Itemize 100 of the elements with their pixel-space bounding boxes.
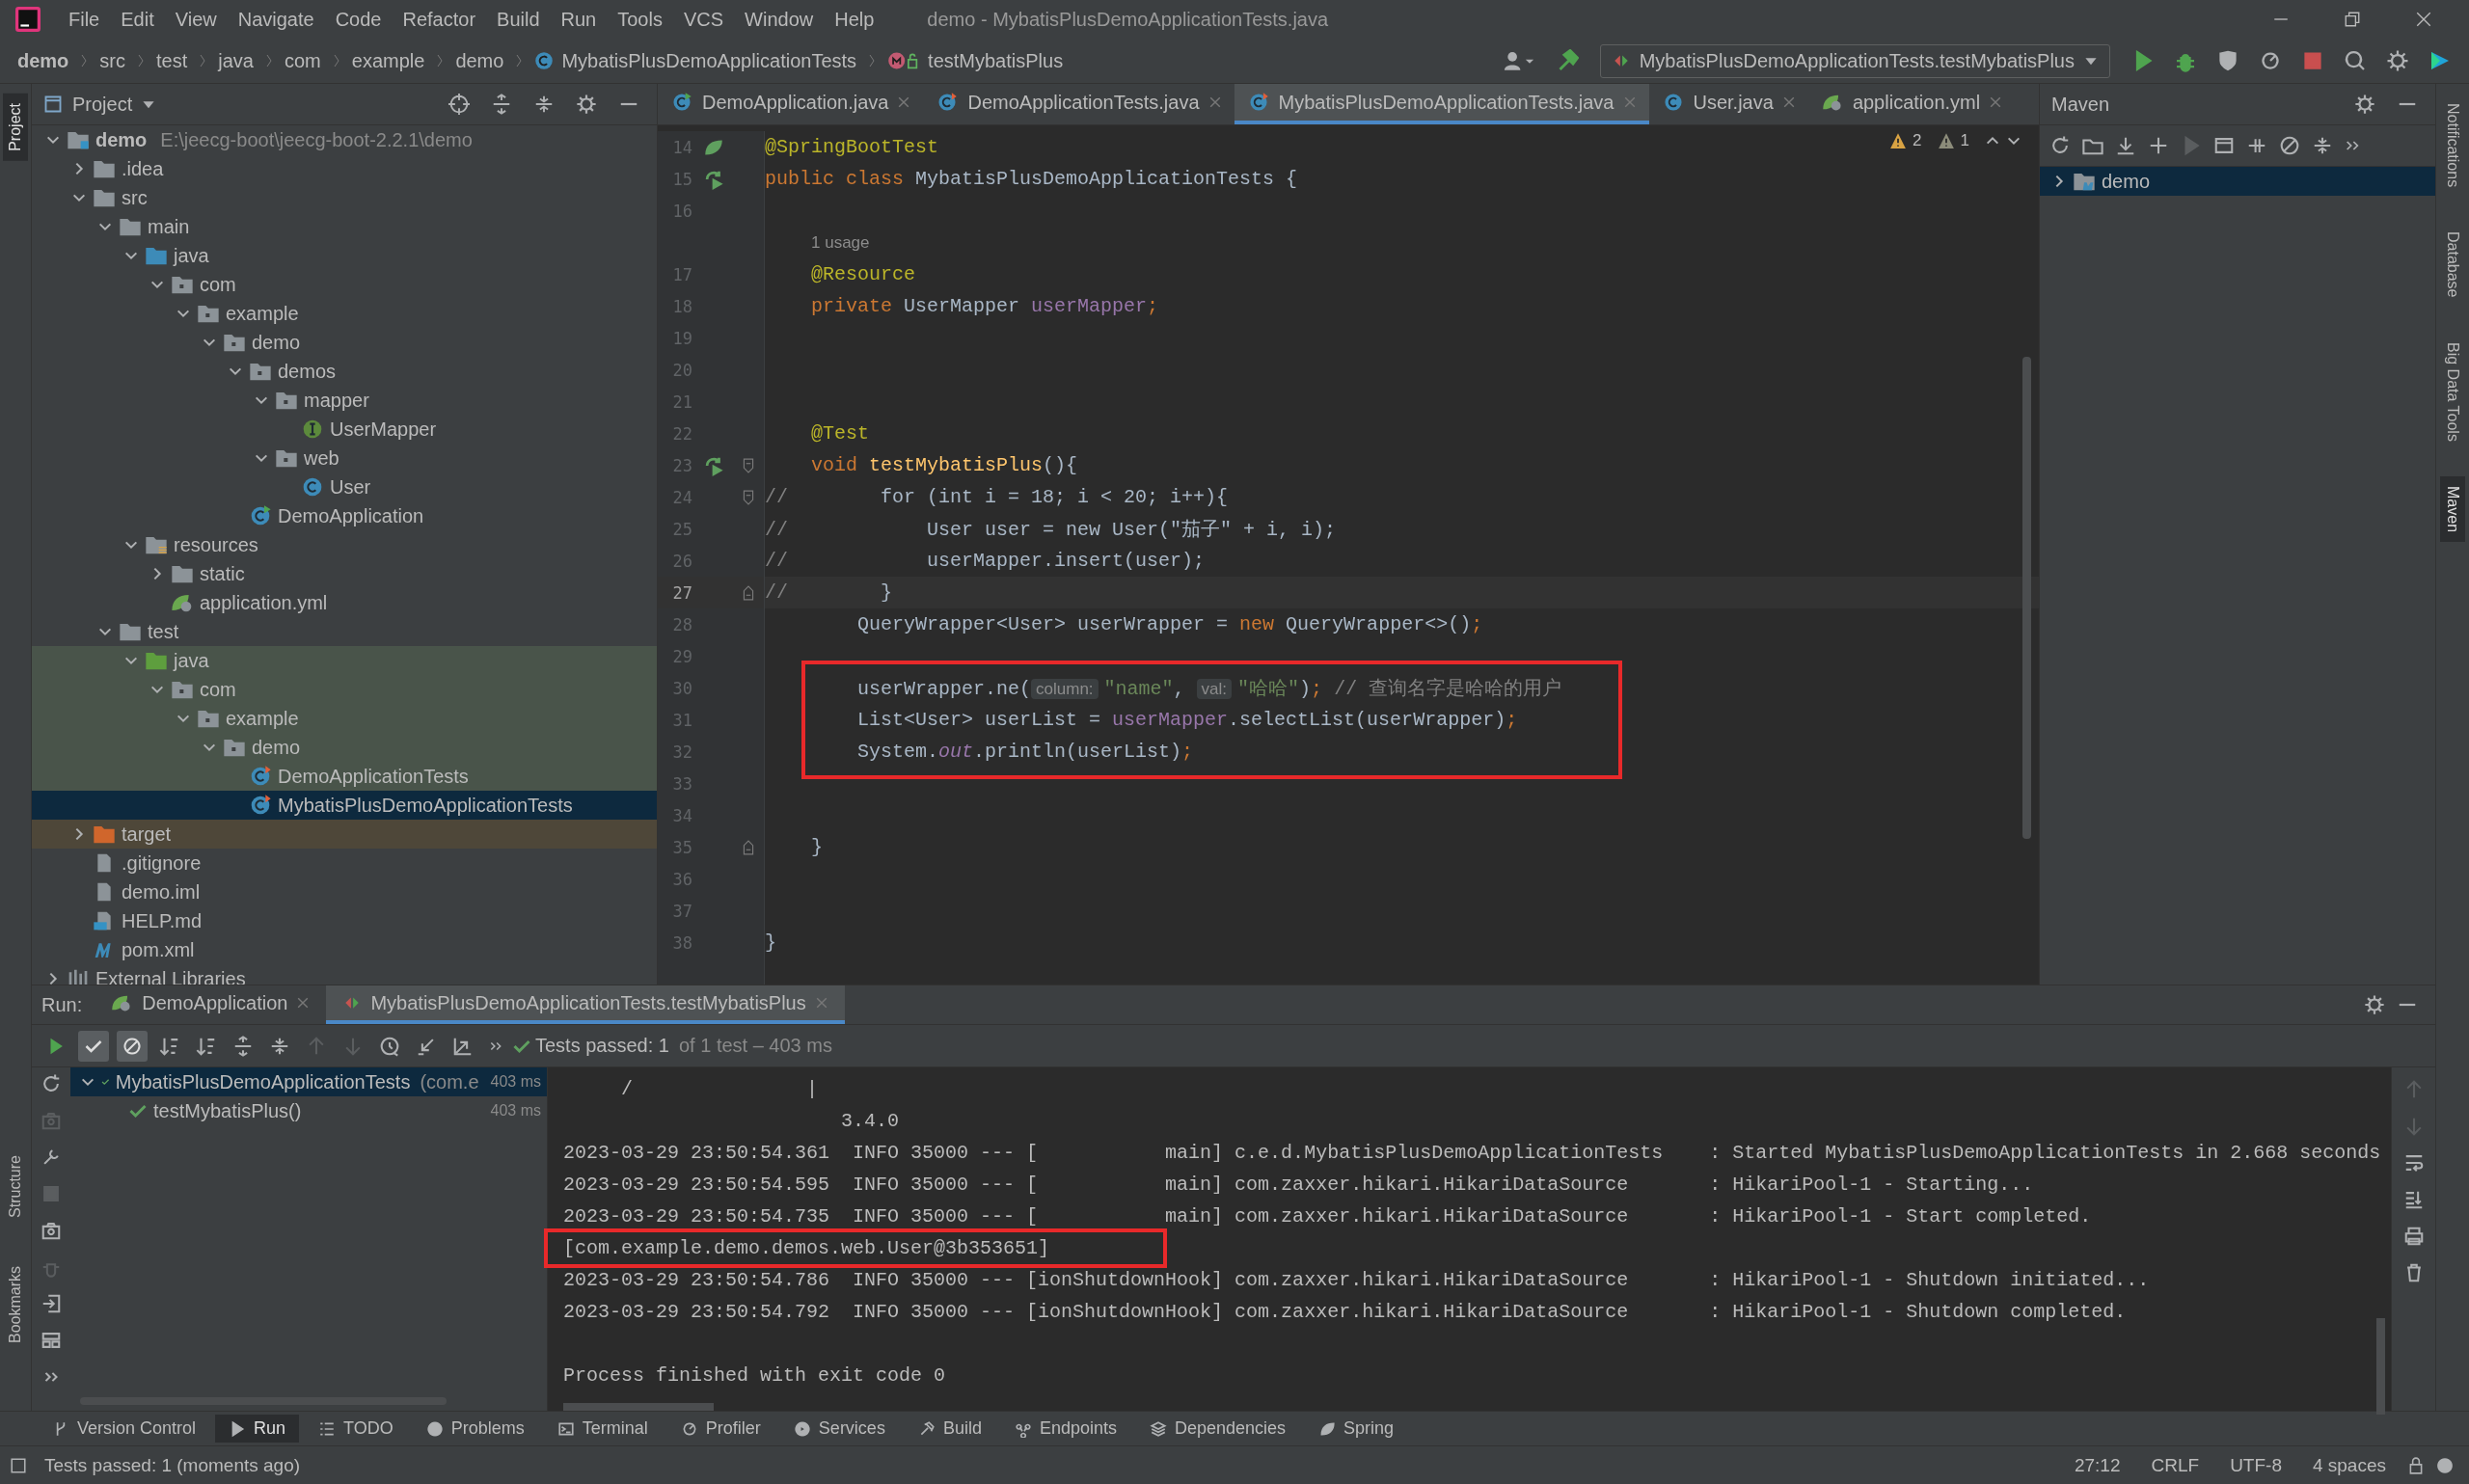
refresh-icon[interactable]	[2049, 135, 2071, 156]
panel-title[interactable]: Project	[72, 93, 133, 116]
settings-icon[interactable]	[576, 94, 597, 115]
breadcrumb-item[interactable]: src	[99, 49, 125, 72]
settings-icon[interactable]	[2364, 994, 2385, 1015]
expand-icon[interactable]	[491, 94, 512, 115]
tree-item[interactable]: com	[32, 675, 657, 704]
warning-count[interactable]: 1	[1960, 131, 1969, 150]
breadcrumb-item[interactable]: test	[156, 49, 188, 72]
settings-icon[interactable]	[2354, 94, 2375, 115]
tree-item[interactable]: DemoApplication	[32, 501, 657, 530]
cancel-icon[interactable]	[2279, 135, 2300, 156]
layout-icon[interactable]	[10, 1456, 27, 1474]
print-icon[interactable]	[2402, 1226, 2425, 1247]
target-icon[interactable]	[448, 94, 470, 115]
tree-item[interactable]: demo	[32, 733, 657, 762]
tree-item[interactable]: example	[32, 299, 657, 328]
collapse-icon[interactable]	[533, 94, 555, 115]
tool-window-button[interactable]: Services	[779, 1415, 899, 1443]
editor-tab[interactable]: User.java	[1648, 84, 1808, 124]
tool-window-tab[interactable]: Maven	[2440, 475, 2465, 542]
tool-window-tab[interactable]: Database	[2440, 222, 2465, 308]
tree-item[interactable]: demo E:\jeecg-boot\jeecg-boot-2.2.1\demo	[32, 125, 657, 154]
layout-icon[interactable]	[41, 1330, 62, 1351]
tool-window-button[interactable]: Build	[904, 1415, 995, 1443]
tree-item[interactable]: MybatisPlusDemoApplicationTests	[32, 791, 657, 820]
tree-item[interactable]: UserMapper	[32, 415, 657, 444]
camera-icon[interactable]	[41, 1220, 62, 1241]
tool-window-button[interactable]: Profiler	[666, 1415, 774, 1443]
rerun-icon[interactable]	[41, 1073, 62, 1094]
fold-icon[interactable]	[742, 457, 755, 473]
collapse-icon[interactable]	[2312, 135, 2333, 156]
tree-item[interactable]: DemoApplicationTests	[32, 762, 657, 791]
menu-item[interactable]: Help	[824, 4, 885, 35]
menu-item[interactable]: Run	[550, 4, 608, 35]
menu-item[interactable]: Edit	[110, 4, 165, 35]
settings-icon[interactable]	[2386, 49, 2409, 72]
warning-icon[interactable]	[1889, 132, 1908, 149]
shield-icon[interactable]	[2216, 49, 2239, 72]
tree-item[interactable]: main	[32, 212, 657, 241]
tool-window-tab[interactable]: Big Data Tools	[2440, 332, 2465, 451]
tree-item[interactable]: web	[32, 444, 657, 472]
tree-item[interactable]: java	[32, 646, 657, 675]
tool-window-button[interactable]: Problems	[412, 1415, 538, 1443]
breadcrumb-item[interactable]: com	[284, 49, 321, 72]
breadcrumb-item[interactable]: demo	[455, 49, 504, 72]
expand-icon[interactable]	[232, 1035, 254, 1057]
scrollbar[interactable]	[563, 1403, 714, 1411]
tree-item[interactable]: pom.xml	[32, 935, 657, 964]
tool-window-button[interactable]: Spring	[1305, 1415, 1408, 1443]
weak-warning-icon[interactable]	[1937, 132, 1955, 149]
tree-item[interactable]: HELP.md	[32, 906, 657, 935]
fold-icon[interactable]	[742, 584, 755, 601]
tree-item[interactable]: application.yml	[32, 588, 657, 617]
search-icon[interactable]	[2344, 49, 2367, 72]
lock-icon[interactable]	[2407, 1456, 2425, 1474]
run-tab[interactable]: MybatisPlusDemoApplicationTests.testMybatisPlus	[326, 985, 845, 1024]
tool-window-button[interactable]: Version Control	[39, 1415, 210, 1443]
tool-window-tab[interactable]: Project	[3, 94, 28, 161]
run-tab[interactable]: DemoApplication	[94, 985, 327, 1024]
show-ignored-toggle[interactable]	[117, 1030, 148, 1062]
download-icon[interactable]	[2115, 135, 2136, 156]
indent-setting[interactable]: 4 spaces	[2302, 1454, 2396, 1476]
editor-tab[interactable]: DemoApplication.java	[658, 84, 924, 124]
history-icon[interactable]	[379, 1035, 400, 1057]
test-item[interactable]: MybatisPlusDemoApplicationTests (com.e 403 ms	[70, 1067, 547, 1096]
tree-item[interactable]: .gitignore	[32, 849, 657, 877]
tree-item[interactable]: test	[32, 617, 657, 646]
tool-window-tab[interactable]: Structure	[3, 1146, 28, 1228]
window-icon[interactable]	[2213, 135, 2235, 156]
tree-item[interactable]: demos	[32, 357, 657, 386]
breadcrumb-item[interactable]: example	[351, 49, 425, 72]
close-icon[interactable]	[2415, 11, 2432, 28]
file-encoding[interactable]: UTF-8	[2220, 1454, 2292, 1476]
usage-hint[interactable]: 1 usage	[811, 232, 870, 253]
caret-position[interactable]: 27:12	[2064, 1454, 2130, 1476]
tree-item[interactable]: demo	[32, 328, 657, 357]
scrollbar[interactable]	[2022, 357, 2031, 839]
menu-item[interactable]: File	[58, 4, 111, 35]
tool-window-button[interactable]: Run	[215, 1415, 300, 1443]
exit-icon[interactable]	[41, 1293, 62, 1314]
breadcrumb-item[interactable]: demo	[17, 49, 69, 72]
tree-item[interactable]: .idea	[32, 154, 657, 183]
show-passed-toggle[interactable]	[78, 1030, 109, 1062]
tree-item[interactable]: target	[32, 820, 657, 849]
breadcrumb-item[interactable]: MybatisPlusDemoApplicationTests	[561, 49, 857, 72]
fold-icon[interactable]	[742, 489, 755, 505]
fold-icon[interactable]	[742, 839, 755, 855]
tree-item[interactable]: User	[32, 472, 657, 501]
tree-item[interactable]: java	[32, 241, 657, 270]
gauge-icon[interactable]	[2259, 49, 2282, 72]
tool-window-tab[interactable]: Notifications	[2440, 94, 2465, 198]
tree-item[interactable]: src	[32, 183, 657, 212]
menu-item[interactable]: Navigate	[227, 4, 325, 35]
menu-item[interactable]: Tools	[607, 4, 673, 35]
run-configuration-dropdown[interactable]: MybatisPlusDemoApplicationTests.testMybatisPlus	[1599, 43, 2110, 78]
breadcrumb-item[interactable]: testMybatisPlus	[928, 49, 1064, 72]
tree-item[interactable]: example	[32, 704, 657, 733]
tool-window-button[interactable]: TODO	[305, 1415, 407, 1443]
tree-item[interactable]: mapper	[32, 386, 657, 415]
